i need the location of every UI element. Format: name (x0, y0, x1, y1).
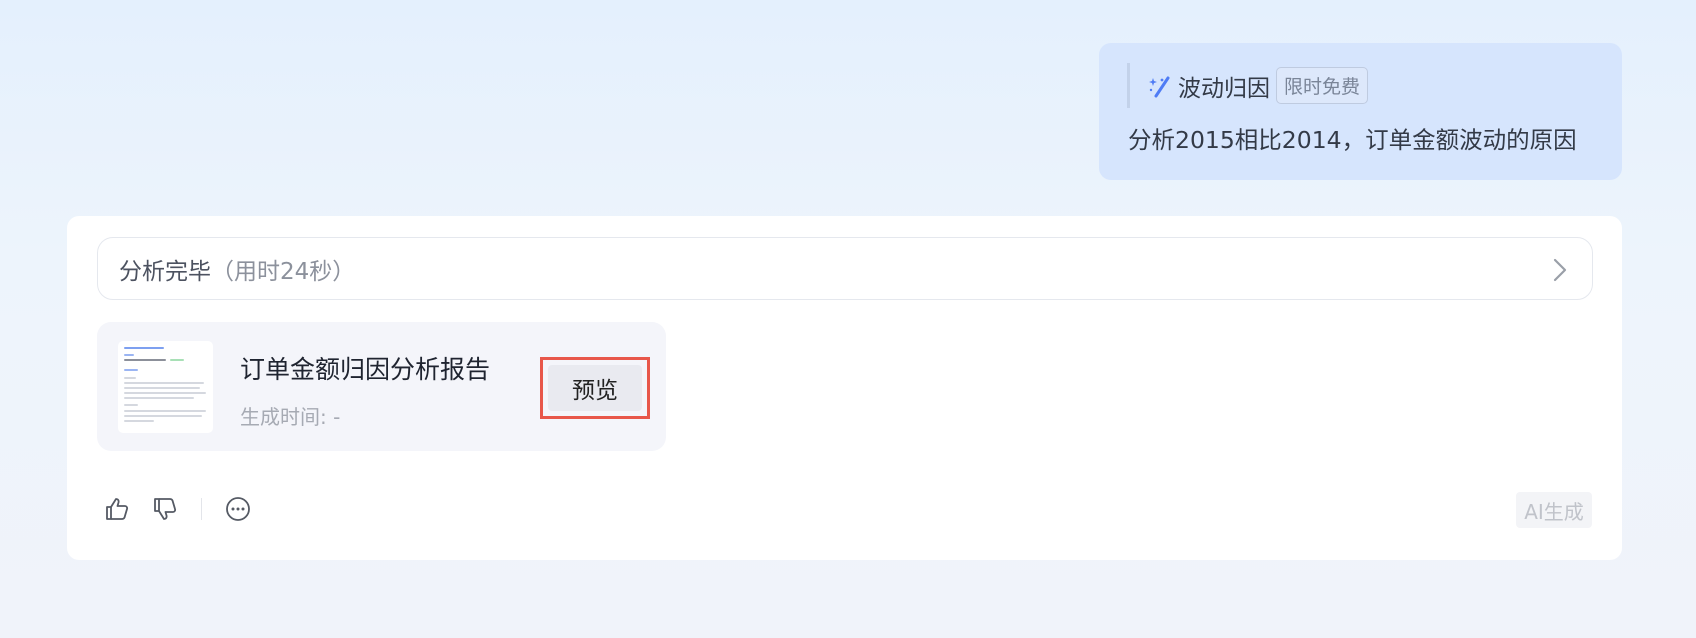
report-generated-time: 生成时间: - (240, 405, 341, 429)
skill-name: 波动归因 (1178, 75, 1270, 102)
answer-card: 分析完毕 （用时24秒） 订单金额归因分析报告 生成时间: - 预览 AI生成 (67, 216, 1622, 560)
thumbs-down-icon[interactable] (151, 495, 179, 523)
ai-generated-badge: AI生成 (1516, 492, 1592, 528)
thumbs-up-icon[interactable] (103, 495, 131, 523)
more-icon[interactable] (224, 495, 252, 523)
report-title: 订单金额归因分析报告 (240, 355, 491, 384)
free-badge: 限时免费 (1276, 67, 1369, 104)
status-duration: （用时24秒） (211, 258, 356, 285)
chevron-right-icon (1548, 257, 1570, 283)
status-text: 分析完毕 (119, 258, 211, 285)
skill-tag: 波动归因 限时免费 (1127, 63, 1369, 108)
feedback-actions (103, 495, 252, 523)
user-message-bubble: 波动归因 限时免费 分析2015相比2014，订单金额波动的原因 (1099, 43, 1622, 180)
analysis-status-bar[interactable]: 分析完毕 （用时24秒） (97, 237, 1593, 300)
report-card[interactable]: 订单金额归因分析报告 生成时间: - 预览 (97, 322, 666, 451)
preview-button[interactable]: 预览 (548, 365, 642, 411)
divider (201, 498, 202, 520)
report-thumbnail (118, 341, 213, 433)
preview-highlight: 预览 (540, 357, 650, 419)
query-text: 分析2015相比2014，订单金额波动的原因 (1128, 126, 1577, 154)
magic-wand-icon (1148, 74, 1172, 98)
